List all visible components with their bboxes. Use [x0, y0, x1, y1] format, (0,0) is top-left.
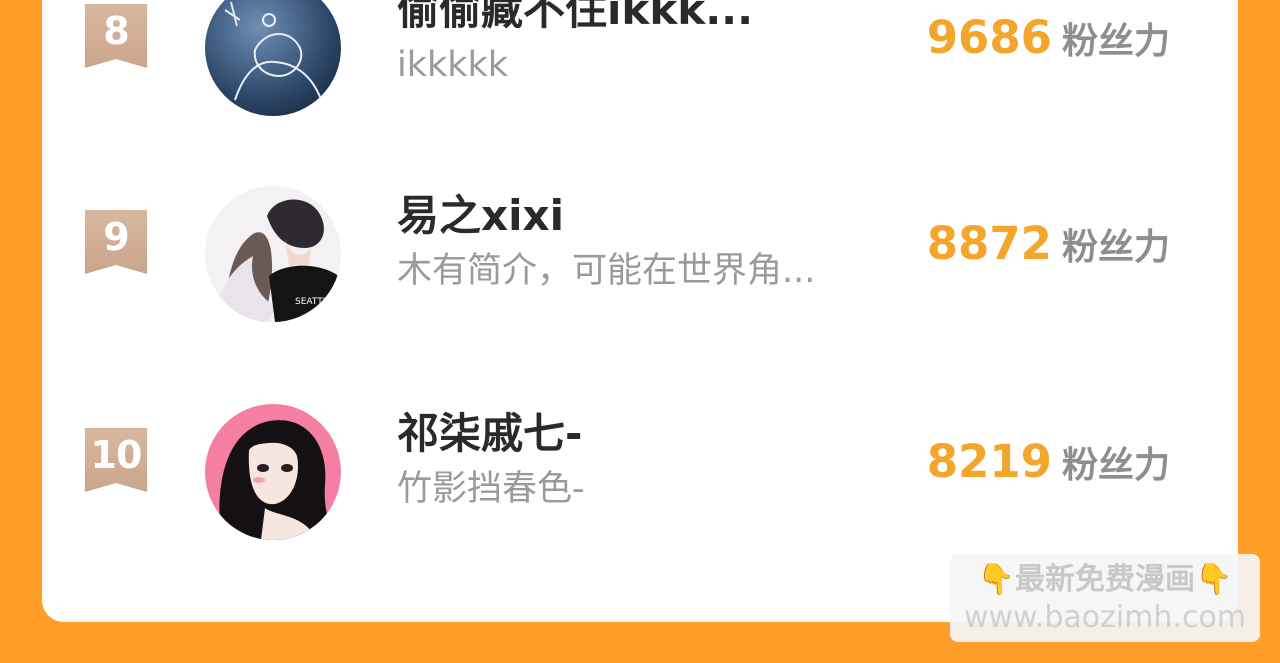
rank-badge: 8: [85, 4, 147, 68]
fans-power: 9686 粉丝力: [927, 10, 1170, 76]
site-watermark[interactable]: 👇最新免费漫画👇 www.baozimh.com: [950, 554, 1260, 642]
fans-label: 粉丝力: [1061, 445, 1170, 486]
rank-badge: 10: [85, 428, 147, 492]
fans-power: 8872 粉丝力: [927, 216, 1170, 282]
pointing-down-icon: 👇: [1195, 562, 1233, 597]
fans-count: 9686: [926, 11, 1052, 64]
ranking-card: 8 偷偷藏不住ikkk... ikkkkk 9686 粉丝力 9 SEATTLE…: [42, 0, 1238, 622]
watermark-url[interactable]: www.baozimh.com: [950, 600, 1260, 636]
watermark-title: 👇最新免费漫画👇: [950, 560, 1260, 600]
svg-text:SEATTLE: SEATTLE: [295, 297, 334, 307]
ranking-row[interactable]: 8 偷偷藏不住ikkk... ikkkkk 9686 粉丝力: [42, 0, 1238, 132]
watermark-title-text: 最新免费漫画: [1015, 562, 1195, 597]
user-bio: 竹影挡春色-: [397, 469, 585, 509]
user-bio: 木有简介，可能在世界角...: [397, 251, 816, 291]
user-name[interactable]: 易之xixi: [397, 188, 847, 244]
rank-badge: 9: [85, 210, 147, 274]
user-name[interactable]: 偷偷藏不住ikkk...: [397, 0, 847, 38]
user-avatar[interactable]: SEATTLE: [205, 186, 341, 322]
pointing-down-icon: 👇: [977, 562, 1015, 597]
fans-count: 8872: [926, 217, 1052, 270]
fans-power: 8219 粉丝力: [927, 434, 1170, 500]
user-avatar[interactable]: [205, 0, 341, 116]
ranking-row[interactable]: 9 SEATTLE 易之xixi 木有简介，可能在世界角... 8872 粉丝力: [42, 178, 1238, 338]
user-name[interactable]: 祁柒戚七-: [397, 406, 847, 462]
ranking-row[interactable]: 10 祁柒戚七- 竹影挡春色- 8219 粉丝力: [42, 396, 1238, 556]
user-avatar[interactable]: [205, 404, 341, 540]
fans-count: 8219: [926, 435, 1052, 488]
fans-label: 粉丝力: [1061, 21, 1170, 62]
user-bio: ikkkkk: [397, 45, 509, 85]
fans-label: 粉丝力: [1061, 227, 1170, 268]
